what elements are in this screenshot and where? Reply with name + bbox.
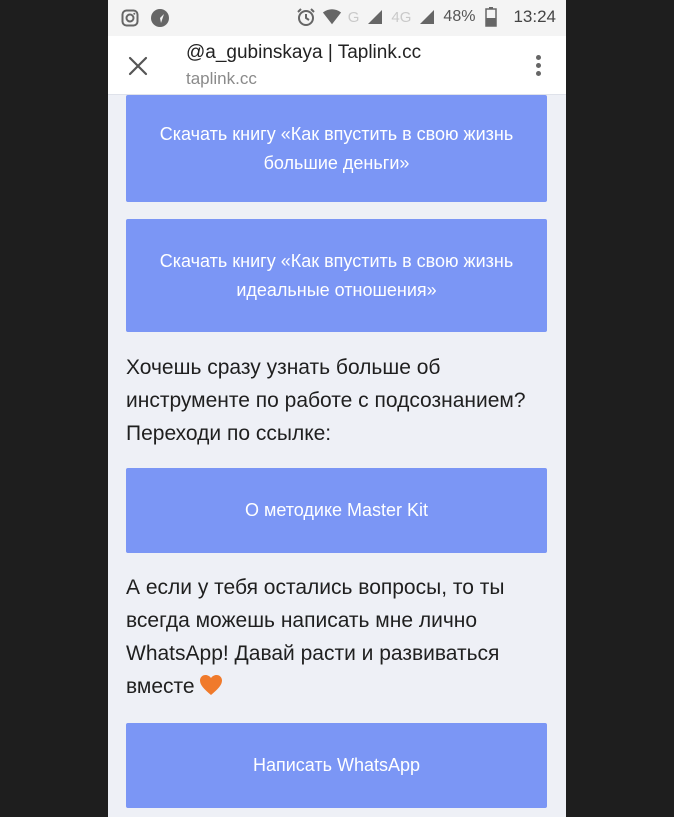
battery-percent: 48% [443, 8, 476, 25]
more-options-button[interactable] [530, 50, 546, 80]
page-url: taplink.cc [186, 69, 257, 88]
page-title: @a_gubinskaya | Taplink.cc [186, 42, 422, 63]
wifi-icon [322, 7, 342, 27]
whatsapp-button[interactable]: Написать WhatsApp [126, 723, 547, 808]
heart-icon [199, 673, 223, 706]
download-book-money-button[interactable]: Скачать книгу «Как впустить в свою жизнь… [126, 95, 547, 202]
network-label-4g: 4G [391, 8, 412, 26]
download-book-relationships-button[interactable]: Скачать книгу «Как впустить в свою жизнь… [126, 219, 547, 332]
status-bar-right: G 4G 48% 13:24 [296, 7, 556, 27]
phone-screen: G 4G 48% 13:24 @a_gubinskaya | Taplink.c… [108, 0, 566, 817]
signal-icon [365, 7, 385, 27]
page-content: Скачать книгу «Как впустить в свою жизнь… [108, 95, 566, 817]
navigation-icon [150, 8, 170, 28]
instagram-icon [120, 8, 140, 28]
status-bar: G 4G 48% 13:24 [108, 0, 566, 36]
browser-header: @a_gubinskaya | Taplink.cc taplink.cc [108, 36, 566, 95]
close-icon [128, 56, 148, 76]
master-kit-button[interactable]: О методике Master Kit [126, 468, 547, 553]
clock: 13:24 [513, 7, 556, 26]
close-button[interactable] [124, 52, 152, 80]
status-bar-left [120, 8, 170, 28]
questions-text: А если у тебя остались вопросы, то ты вс… [126, 571, 546, 706]
more-vert-icon [535, 54, 541, 60]
network-label-g: G [347, 8, 360, 26]
signal-icon-2 [417, 7, 437, 27]
alarm-icon [296, 7, 316, 27]
battery-icon [481, 7, 501, 27]
master-kit-intro-text: Хочешь сразу узнать больше об инструмент… [126, 356, 526, 445]
questions-text-content: А если у тебя остались вопросы, то ты вс… [126, 576, 505, 698]
